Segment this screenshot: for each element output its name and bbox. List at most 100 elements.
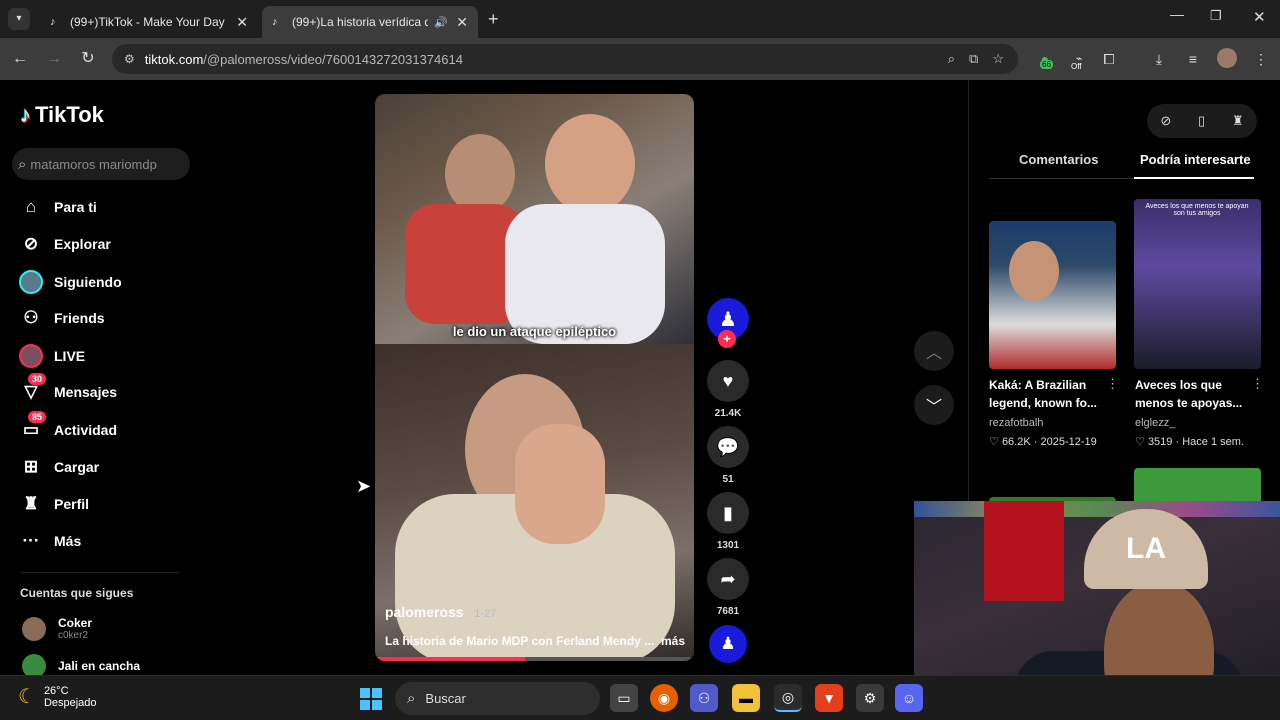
comment-action[interactable]: 💬 51 <box>707 426 749 485</box>
browser-tab-active-video[interactable]: ♪ (99+)La historia verídica de 🔊 ✕ <box>262 6 478 38</box>
nav-siguiendo[interactable]: Siguiendo <box>18 268 122 296</box>
video-person <box>545 114 635 214</box>
profile-avatar[interactable] <box>1217 48 1237 68</box>
tab-title: (99+)TikTok - Make Your Day <box>70 15 225 29</box>
active-tab-indicator <box>1134 177 1254 179</box>
bookmark-star-icon[interactable]: ☆ <box>992 51 1004 67</box>
nav-mas[interactable]: ··· Más <box>18 527 82 555</box>
search-icon: ⌕ <box>407 690 416 707</box>
minimize-window-button[interactable]: — <box>1170 6 1184 22</box>
phone-icon[interactable]: ▯ <box>1198 113 1205 129</box>
tab-podria-interesarte[interactable]: Podría interesarte <box>1140 152 1251 167</box>
extension-badge: 66 <box>1040 60 1053 69</box>
video-progress-fill <box>375 657 525 661</box>
extension-off-label: Off <box>1071 62 1082 71</box>
restore-window-button[interactable]: ❐ <box>1210 8 1222 24</box>
panel-tools: ⊘ ▯ ♜ <box>1147 104 1257 138</box>
nav-mensajes[interactable]: ▽ 30 Mensajes <box>18 373 117 406</box>
video-player[interactable]: le dio un ataque epiléptico palomeross ·… <box>375 94 694 661</box>
browser-toolbar: ← → ↻ ⚙ tiktok.com /@palomeross/video/76… <box>0 38 1280 80</box>
url-path: /@palomeross/video/7600143272031374614 <box>203 51 463 67</box>
discord-icon[interactable]: ☺ <box>895 684 923 712</box>
nav-friends[interactable]: ⚇ Friends <box>18 304 104 332</box>
sidebar-divider <box>20 572 180 573</box>
nav-actividad[interactable]: ▭ 85 Actividad <box>18 411 117 444</box>
downloads-icon[interactable]: ⤓ <box>1148 49 1170 69</box>
share-arrow-icon[interactable]: ➦ <box>707 558 749 600</box>
music-disc-avatar[interactable]: ♟ <box>709 625 747 663</box>
browser-tab-tiktok-home[interactable]: ♪ (99+)TikTok - Make Your Day ✕ <box>40 6 258 38</box>
following-account[interactable]: Coker c0ker2 <box>22 616 92 641</box>
previous-video-button[interactable]: ︿ <box>914 331 954 371</box>
compass-icon: ⊘ <box>23 234 39 253</box>
next-video-button[interactable]: ﹀ <box>914 385 954 425</box>
tiktok-logo[interactable]: ♪ TikTok <box>20 102 104 128</box>
webcam-jersey <box>984 501 1064 601</box>
video-thumbnail[interactable] <box>989 221 1116 369</box>
compass-icon[interactable]: ⊘ <box>1160 113 1171 129</box>
install-app-icon[interactable]: ⧉ <box>969 51 978 67</box>
weather-temperature: 26°C <box>43 684 69 697</box>
home-icon: ⌂ <box>25 197 37 216</box>
card-author[interactable]: rezafotbalh <box>989 417 1043 429</box>
close-tab-icon[interactable]: ✕ <box>456 14 468 31</box>
follow-plus-button[interactable]: + <box>718 330 736 348</box>
windows-start-icon[interactable] <box>360 688 382 710</box>
browser-menu-icon[interactable]: ⋮ <box>1250 49 1272 69</box>
weather-widget[interactable]: ☾ 26°C Despejado <box>18 684 97 709</box>
video-author[interactable]: palomeross · 1-27 <box>385 604 496 620</box>
app-icon[interactable]: ⚙ <box>856 684 884 712</box>
like-action[interactable]: ♥ 21.4K <box>707 360 749 419</box>
thumbnail-overlay-text: Aveces los que menos te apoyan son tus a… <box>1145 203 1249 217</box>
address-bar[interactable]: ⚙ tiktok.com /@palomeross/video/76001432… <box>112 44 1018 74</box>
search-input[interactable]: ⌕ matamoros mariomdp <box>12 148 190 180</box>
zoom-icon[interactable]: ⌕ <box>948 51 955 67</box>
creator-tools-icon[interactable]: ♜ <box>1232 113 1244 129</box>
extensions-puzzle-icon[interactable]: ⧠ <box>1098 49 1120 69</box>
tab-title: (99+)La historia verídica de <box>292 15 428 29</box>
teams-icon[interactable]: ⚇ <box>690 684 718 712</box>
tab-comentarios[interactable]: Comentarios <box>1019 152 1098 167</box>
heart-icon[interactable]: ♥ <box>707 360 749 402</box>
forward-arrow-icon[interactable]: → <box>44 49 64 69</box>
card-more-icon[interactable]: ⋮ <box>1106 376 1119 392</box>
close-window-button[interactable]: ✕ <box>1253 8 1266 26</box>
profile-icon: ♜ <box>23 494 39 513</box>
bookmark-icon[interactable]: ▮ <box>707 492 749 534</box>
site-info-icon[interactable]: ⚙ <box>124 52 135 66</box>
media-control-icon[interactable]: ≡ <box>1182 49 1204 69</box>
brave-icon[interactable]: ▼ <box>815 684 843 712</box>
video-progress-bar[interactable] <box>375 657 694 661</box>
task-view-icon[interactable]: ▭ <box>610 684 638 712</box>
mouse-cursor-icon: ➤ <box>356 476 372 496</box>
card-author[interactable]: elglezz_ <box>1135 417 1175 429</box>
file-explorer-icon[interactable]: ▬ <box>732 684 760 712</box>
tab-list-dropdown-button[interactable]: ▾ <box>8 8 30 30</box>
reload-icon[interactable]: ↻ <box>78 49 98 69</box>
save-action[interactable]: ▮ 1301 <box>707 492 749 551</box>
comment-count: 51 <box>722 474 734 485</box>
share-action[interactable]: ➦ 7681 <box>707 558 749 617</box>
nav-live[interactable]: LIVE <box>18 342 85 370</box>
live-icon <box>18 343 44 369</box>
nav-para-ti[interactable]: ⌂ Para ti <box>18 193 97 221</box>
friends-icon: ⚇ <box>23 308 39 327</box>
more-link[interactable]: más <box>661 634 685 648</box>
close-tab-icon[interactable]: ✕ <box>236 14 248 31</box>
video-caption: le dio un ataque epiléptico <box>452 324 617 339</box>
new-tab-button[interactable]: + <box>488 9 499 30</box>
taskbar-search[interactable]: ⌕ Buscar <box>395 682 600 715</box>
card-more-icon[interactable]: ⋮ <box>1251 376 1264 392</box>
nav-cargar[interactable]: ⊞ Cargar <box>18 453 99 481</box>
card-title[interactable]: Kaká: A Brazilian legend, known fo... <box>989 376 1111 412</box>
card-title[interactable]: Aveces los que menos te apoyas... <box>1135 376 1257 412</box>
video-thumbnail[interactable]: Aveces los que menos te apoyan son tus a… <box>1134 199 1261 369</box>
comment-bubble-icon[interactable]: 💬 <box>707 426 749 468</box>
chrome-icon[interactable]: ◎ <box>774 684 802 712</box>
moon-weather-icon: ☾ <box>18 686 36 708</box>
nav-explorar[interactable]: ⊘ Explorar <box>18 230 111 258</box>
nav-perfil[interactable]: ♜ Perfil <box>18 490 89 518</box>
firefox-icon[interactable]: ◉ <box>650 684 678 712</box>
back-arrow-icon[interactable]: ← <box>10 49 30 69</box>
audio-playing-icon[interactable]: 🔊 <box>434 16 448 29</box>
